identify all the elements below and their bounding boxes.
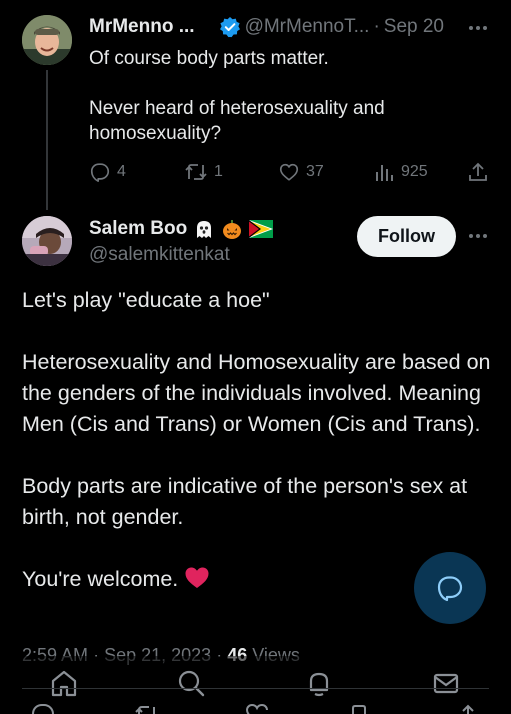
parent-avatar[interactable] <box>22 15 72 65</box>
ghost-emoji-icon <box>193 218 215 240</box>
main-tweet-text: Let's play "educate a hoe" Heterosexuali… <box>22 285 492 599</box>
parent-header: MrMenno ... @MrMennoT... · Sep 20 <box>89 16 444 38</box>
follow-button[interactable]: Follow <box>357 216 456 257</box>
share-icon <box>469 162 487 181</box>
main-handle[interactable]: @salemkittenkat <box>89 244 230 266</box>
main-display-name[interactable]: Salem Boo <box>89 218 187 240</box>
main-tweet-text-content: Let's play "educate a hoe" Heterosexuali… <box>22 288 491 591</box>
views-icon <box>376 165 393 181</box>
like-icon <box>245 703 268 714</box>
retweet-icon <box>185 164 207 180</box>
next-action-row-peek <box>0 702 511 714</box>
like-icon <box>279 163 299 181</box>
views-button[interactable]: 925 <box>373 161 428 183</box>
main-header: Salem Boo <box>89 218 274 240</box>
retweet-icon <box>135 706 155 714</box>
pumpkin-emoji-icon <box>221 218 243 240</box>
reply-icon <box>32 704 54 714</box>
thread-connector-line <box>46 70 48 210</box>
parent-date[interactable]: Sep 20 <box>384 16 444 38</box>
compose-button[interactable] <box>414 552 486 624</box>
share-button[interactable] <box>467 161 489 183</box>
retweet-count: 1 <box>214 163 223 180</box>
share-icon <box>462 704 474 714</box>
retweet-button[interactable]: 1 <box>184 161 223 183</box>
main-more-icon[interactable] <box>467 226 489 246</box>
reply-button[interactable]: 4 <box>89 161 126 183</box>
search-icon[interactable] <box>174 666 208 700</box>
like-count: 37 <box>306 163 324 180</box>
like-button[interactable]: 37 <box>278 161 324 183</box>
reply-count: 4 <box>117 163 126 180</box>
compose-icon <box>437 576 463 602</box>
verified-badge-icon <box>219 16 241 38</box>
home-icon[interactable] <box>47 666 81 700</box>
divider <box>22 688 489 689</box>
parent-handle[interactable]: @MrMennoT... <box>245 16 370 38</box>
guyana-flag-icon <box>249 220 274 238</box>
parent-action-bar: 4 1 37 925 <box>89 161 489 187</box>
parent-tweet-text: Of course body parts matter. Never heard… <box>89 48 385 144</box>
reply-icon <box>90 163 110 182</box>
red-heart-emoji-icon <box>184 566 210 599</box>
separator-dot: · <box>373 16 380 37</box>
views-count: 925 <box>401 163 428 180</box>
messages-icon[interactable] <box>429 666 463 700</box>
parent-more-icon[interactable] <box>467 18 489 38</box>
main-avatar[interactable] <box>22 216 72 266</box>
notifications-icon[interactable] <box>302 666 336 700</box>
parent-display-name[interactable]: MrMenno ... <box>89 16 195 38</box>
bookmark-icon <box>352 705 366 714</box>
